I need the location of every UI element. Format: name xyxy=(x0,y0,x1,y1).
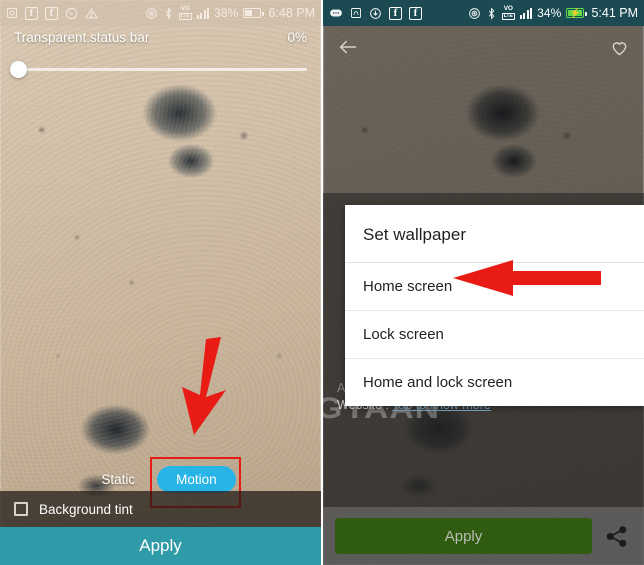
volte-icon: VO LTE xyxy=(178,5,192,20)
slider-thumb[interactable] xyxy=(10,61,27,78)
slider-track[interactable] xyxy=(20,68,307,71)
share-icon[interactable] xyxy=(604,524,632,549)
transparency-value: 0% xyxy=(287,30,307,45)
battery-charging-icon: ⚡ xyxy=(566,8,587,18)
background-tint-row[interactable]: Background tint xyxy=(0,491,321,527)
transparency-slider[interactable] xyxy=(10,58,307,80)
set-wallpaper-dialog: Set wallpaper Home screen Lock screen Ho… xyxy=(345,205,644,406)
bottom-action-bar: Apply xyxy=(323,507,644,565)
whatsapp-icon xyxy=(65,7,78,20)
right-phone-screen: f f VO LTE 34% ⚡ 5:41 PM YAAN Set wallpa… xyxy=(323,0,644,565)
dialog-title: Set wallpaper xyxy=(345,205,644,263)
motion-mode-button[interactable]: Motion xyxy=(157,466,236,493)
facebook-icon: f xyxy=(45,6,58,20)
status-bar-left: f f VO LTE 38% 6:48 PM xyxy=(0,0,321,26)
cast-icon xyxy=(468,7,481,20)
volte-primary: VO xyxy=(503,5,513,12)
bluetooth-icon xyxy=(486,6,497,20)
annotation-arrow-left xyxy=(166,335,236,445)
bluetooth-icon xyxy=(163,6,174,20)
battery-icon xyxy=(243,8,264,18)
apply-button-right[interactable]: Apply xyxy=(335,518,592,554)
annotation-arrow-right xyxy=(451,258,603,303)
left-phone-screen: f f VO LTE 38% 6:48 PM Transparent statu… xyxy=(0,0,321,565)
screenshot-root: f f VO LTE 38% 6:48 PM Transparent statu… xyxy=(0,0,644,565)
network-icon xyxy=(350,7,362,19)
static-mode-button[interactable]: Static xyxy=(85,467,151,492)
volte-secondary: LTE xyxy=(178,13,192,20)
background-tint-label: Background tint xyxy=(39,501,133,517)
facebook-icon: f xyxy=(389,6,402,20)
volte-icon: VO LTE xyxy=(501,5,515,20)
facebook-icon: f xyxy=(25,6,38,20)
facebook-icon: f xyxy=(409,6,422,20)
clock-label: 5:41 PM xyxy=(591,6,638,20)
signal-icon xyxy=(519,7,533,19)
volte-secondary: LTE xyxy=(501,13,515,20)
dialog-option-lock-screen[interactable]: Lock screen xyxy=(345,311,644,359)
volte-primary: VO xyxy=(180,5,190,12)
mode-toggle-group: Static Motion xyxy=(0,466,321,493)
back-arrow-icon[interactable] xyxy=(337,36,359,58)
download-icon xyxy=(369,7,382,20)
top-action-bar xyxy=(323,26,644,68)
cast-icon xyxy=(145,7,158,20)
signal-icon xyxy=(196,7,210,19)
battery-percent-label: 34% xyxy=(537,6,562,20)
dialog-option-home-and-lock-screen[interactable]: Home and lock screen xyxy=(345,359,644,406)
transparency-label: Transparent status bar xyxy=(14,30,150,45)
battery-percent-label: 38% xyxy=(214,6,239,20)
apply-button-left[interactable]: Apply xyxy=(0,527,321,565)
status-bar-right: f f VO LTE 34% ⚡ 5:41 PM xyxy=(323,0,644,26)
clock-label: 6:48 PM xyxy=(268,6,315,20)
message-icon xyxy=(329,6,343,20)
heart-icon[interactable] xyxy=(609,37,630,58)
transparency-row: Transparent status bar 0% xyxy=(14,30,307,45)
background-tint-checkbox[interactable] xyxy=(14,502,28,516)
warning-icon xyxy=(85,7,98,20)
screenshot-icon xyxy=(6,7,18,19)
